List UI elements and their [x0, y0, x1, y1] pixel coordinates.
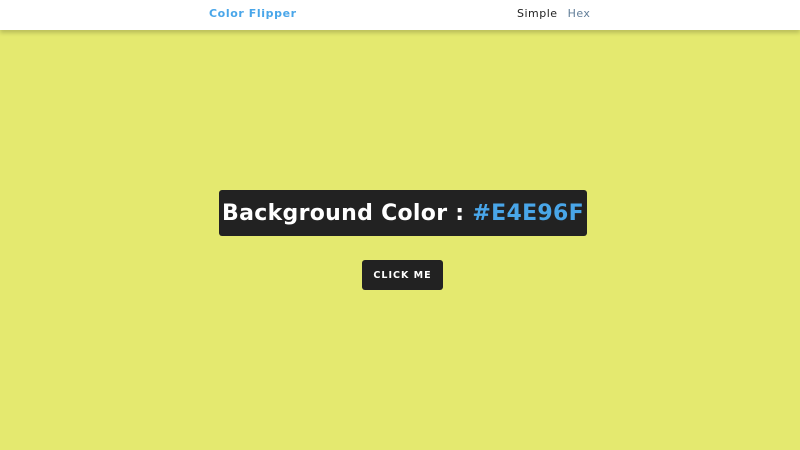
hex-value: #E4E96F: [472, 200, 584, 226]
main-area: Background Color : #E4E96F CLICK ME: [0, 30, 800, 450]
nav-links: Simple Hex: [517, 7, 590, 20]
nav-link-simple[interactable]: Simple: [517, 7, 558, 20]
navbar: Color Flipper Simple Hex: [0, 0, 800, 30]
color-display: Background Color : #E4E96F: [219, 190, 587, 236]
click-me-button[interactable]: CLICK ME: [362, 260, 443, 290]
color-label: Background Color :: [222, 200, 465, 226]
brand-link[interactable]: Color Flipper: [209, 7, 297, 20]
nav-link-hex[interactable]: Hex: [568, 7, 591, 20]
